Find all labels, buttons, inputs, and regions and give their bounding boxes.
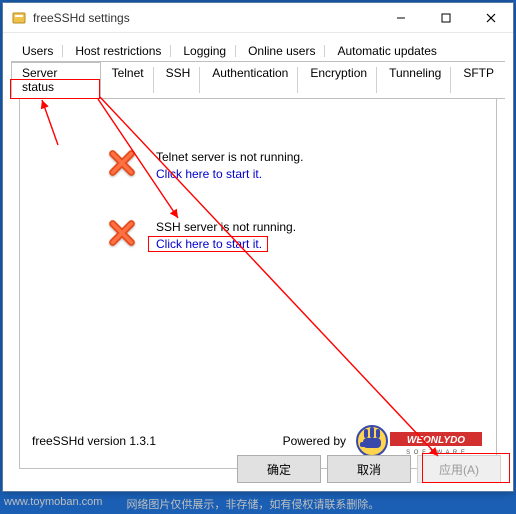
app-icon bbox=[11, 10, 27, 26]
server-status-pane: Telnet server is not running. Click here… bbox=[19, 99, 497, 469]
tab-server-status[interactable]: Server status bbox=[11, 62, 101, 98]
tab-row-2: Server status Telnet SSH Authentication … bbox=[11, 62, 505, 99]
tab-authentication[interactable]: Authentication bbox=[201, 62, 299, 98]
settings-window: freeSSHd settings Users Host restriction… bbox=[2, 2, 514, 492]
tab-users[interactable]: Users bbox=[11, 40, 64, 62]
version-label: freeSSHd version 1.3.1 bbox=[32, 434, 283, 448]
tab-encryption[interactable]: Encryption bbox=[299, 62, 378, 98]
ssh-status: SSH server is not running. Click here to… bbox=[108, 219, 296, 253]
apply-button[interactable]: 应用(A) bbox=[417, 455, 501, 483]
telnet-status-text: Telnet server is not running. bbox=[156, 149, 303, 166]
watermark: www.toymoban.com 网络图片仅供展示，非存储，如有侵权请联系删除。 bbox=[4, 496, 512, 512]
tab-logging[interactable]: Logging bbox=[172, 40, 237, 62]
ssh-start-link[interactable]: Click here to start it. bbox=[156, 236, 296, 253]
close-button[interactable] bbox=[468, 3, 513, 32]
tabs: Users Host restrictions Logging Online u… bbox=[3, 33, 513, 469]
maximize-button[interactable] bbox=[423, 3, 468, 32]
tab-tunneling[interactable]: Tunneling bbox=[378, 62, 452, 98]
titlebar: freeSSHd settings bbox=[3, 3, 513, 33]
tab-host-restrictions[interactable]: Host restrictions bbox=[64, 40, 172, 62]
window-title: freeSSHd settings bbox=[33, 11, 378, 25]
tab-online-users[interactable]: Online users bbox=[237, 40, 326, 62]
minimize-button[interactable] bbox=[378, 3, 423, 32]
error-x-icon bbox=[108, 149, 136, 177]
tab-sftp[interactable]: SFTP bbox=[452, 62, 505, 98]
ssh-status-text: SSH server is not running. bbox=[156, 219, 296, 236]
tab-row-1: Users Host restrictions Logging Online u… bbox=[11, 39, 505, 62]
telnet-status: Telnet server is not running. Click here… bbox=[108, 149, 303, 183]
powered-by-label: Powered by bbox=[283, 434, 346, 448]
cancel-button[interactable]: 取消 bbox=[327, 455, 411, 483]
telnet-start-link[interactable]: Click here to start it. bbox=[156, 166, 303, 183]
watermark-text: 网络图片仅供展示，非存储，如有侵权请联系删除。 bbox=[102, 496, 512, 512]
ok-button[interactable]: 确定 bbox=[237, 455, 321, 483]
window-controls bbox=[378, 3, 513, 32]
watermark-url: www.toymoban.com bbox=[4, 496, 102, 512]
tab-ssh[interactable]: SSH bbox=[155, 62, 202, 98]
dialog-buttons: 确定 取消 应用(A) bbox=[237, 455, 501, 483]
tab-automatic-updates[interactable]: Automatic updates bbox=[326, 40, 447, 62]
svg-text:WEONLYDO: WEONLYDO bbox=[407, 435, 465, 446]
tab-telnet[interactable]: Telnet bbox=[101, 62, 155, 98]
error-x-icon bbox=[108, 219, 136, 247]
